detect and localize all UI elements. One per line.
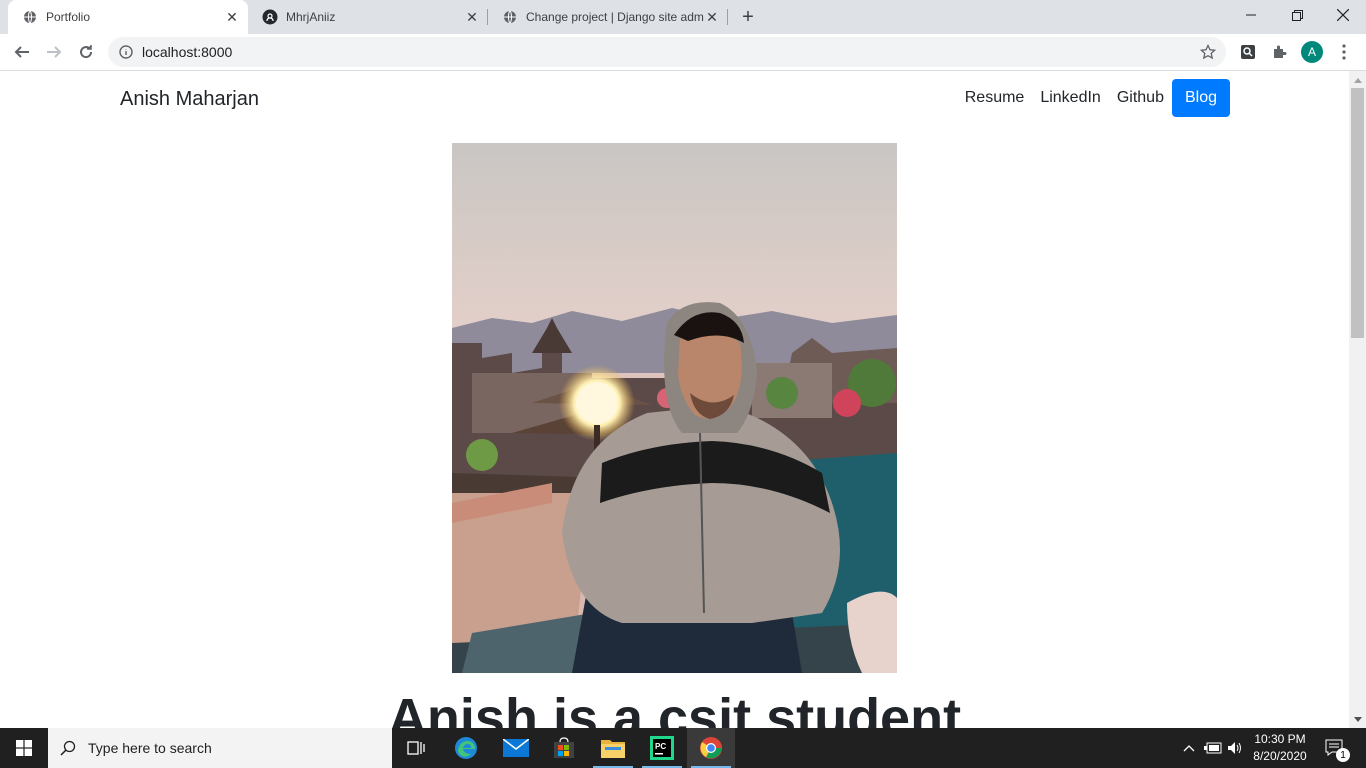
- pycharm-icon[interactable]: PC: [638, 728, 686, 768]
- url-text[interactable]: localhost:8000: [142, 44, 1198, 60]
- windows-taskbar: Type here to search PC 10:30 PM 8/20/202…: [0, 728, 1366, 768]
- site-nav: Resume LinkedIn Github Blog: [957, 79, 1230, 117]
- reload-icon: [80, 45, 93, 59]
- reload-button[interactable]: [72, 38, 100, 66]
- scroll-down-arrow-icon[interactable]: [1349, 711, 1366, 728]
- search-placeholder[interactable]: Type here to search: [88, 740, 212, 756]
- profile-photo: [452, 143, 897, 673]
- minimize-button[interactable]: [1228, 0, 1274, 30]
- task-view-icon[interactable]: [392, 728, 440, 768]
- action-center-icon[interactable]: 1: [1320, 728, 1350, 768]
- back-button[interactable]: [8, 38, 36, 66]
- extensions-puzzle-icon[interactable]: [1266, 38, 1294, 66]
- new-tab-button[interactable]: +: [736, 5, 760, 29]
- taskbar-search-box[interactable]: Type here to search: [48, 728, 392, 768]
- tab-github[interactable]: MhrjAniiz ✕: [248, 0, 488, 34]
- page-viewport: Anish Maharjan Resume LinkedIn Github Bl…: [0, 71, 1349, 728]
- chrome-icon[interactable]: [687, 728, 735, 768]
- windows-logo-icon: [16, 740, 32, 756]
- notification-count-badge: 1: [1336, 748, 1350, 762]
- nav-resume-link[interactable]: Resume: [957, 89, 1033, 107]
- tab-separator: [727, 9, 728, 25]
- scroll-up-arrow-icon[interactable]: [1349, 71, 1366, 88]
- nav-blog-button[interactable]: Blog: [1171, 79, 1230, 117]
- globe-icon: [502, 9, 518, 25]
- menu-kebab-icon[interactable]: [1330, 38, 1358, 66]
- tab-title: MhrjAniiz: [286, 10, 336, 24]
- forward-button[interactable]: [40, 38, 68, 66]
- browser-toolbar: localhost:8000 A: [0, 34, 1366, 71]
- zoom-lens-extension-icon[interactable]: [1234, 38, 1262, 66]
- scrollbar-thumb[interactable]: [1351, 88, 1364, 338]
- profile-avatar[interactable]: A: [1301, 41, 1323, 63]
- tab-django-admin[interactable]: Change project | Django site adm ✕: [488, 0, 728, 34]
- svg-text:PC: PC: [655, 742, 666, 751]
- close-window-button[interactable]: [1320, 0, 1366, 30]
- battery-icon[interactable]: [1202, 728, 1224, 768]
- close-tab-icon[interactable]: ✕: [224, 9, 240, 25]
- windows-start-button[interactable]: [0, 728, 48, 768]
- nav-linkedin-link[interactable]: LinkedIn: [1032, 89, 1109, 107]
- tab-title: Portfolio: [46, 10, 91, 24]
- nav-github-link[interactable]: Github: [1109, 89, 1172, 107]
- microsoft-store-icon[interactable]: [540, 728, 588, 768]
- address-bar[interactable]: localhost:8000: [108, 37, 1226, 67]
- tab-strip: Portfolio ✕ MhrjAniiz ✕ Change project |…: [0, 0, 1366, 34]
- file-explorer-icon[interactable]: [589, 728, 637, 768]
- close-tab-icon[interactable]: ✕: [704, 9, 720, 25]
- github-icon: [262, 9, 278, 25]
- globe-icon: [22, 9, 38, 25]
- bookmark-star-icon[interactable]: [1198, 42, 1218, 62]
- clock-time: 10:30 PM: [1254, 732, 1306, 746]
- restore-button[interactable]: [1274, 0, 1320, 30]
- volume-icon[interactable]: [1224, 728, 1246, 768]
- close-tab-icon[interactable]: ✕: [464, 9, 480, 25]
- vertical-scrollbar[interactable]: [1349, 71, 1366, 728]
- tab-title: Change project | Django site adm: [526, 10, 704, 24]
- forward-arrow-icon: [47, 46, 62, 58]
- info-icon[interactable]: [118, 44, 134, 60]
- hero-headline: Anish is a csit student: [387, 688, 962, 728]
- search-icon: [48, 740, 88, 756]
- system-clock[interactable]: 10:30 PM 8/20/2020: [1250, 731, 1310, 765]
- edge-browser-icon[interactable]: [442, 728, 490, 768]
- clock-date: 8/20/2020: [1253, 749, 1307, 763]
- tab-portfolio[interactable]: Portfolio ✕: [8, 0, 248, 34]
- site-brand[interactable]: Anish Maharjan: [120, 88, 259, 111]
- mail-app-icon[interactable]: [492, 728, 540, 768]
- back-arrow-icon: [14, 46, 29, 58]
- show-hidden-icons-chevron-icon[interactable]: [1178, 728, 1200, 768]
